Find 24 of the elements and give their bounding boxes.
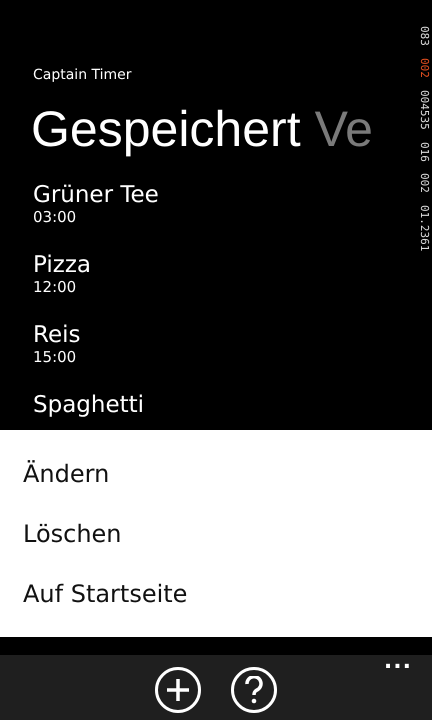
frame-rate-counter: 083 xyxy=(418,26,430,46)
add-button[interactable] xyxy=(155,667,201,713)
pivot-header[interactable]: Gespeichert xyxy=(31,98,301,160)
timer-name[interactable]: Pizza xyxy=(33,250,91,280)
frame-rate-counter: 01.2361 xyxy=(418,205,430,252)
frame-rate-counter: 002 xyxy=(418,173,430,194)
plus-icon xyxy=(166,678,190,702)
timer-duration: 15:00 xyxy=(33,348,76,366)
app-title: Captain Timer xyxy=(33,66,132,84)
timer-name[interactable]: Reis xyxy=(33,320,80,350)
timer-duration: 03:00 xyxy=(33,208,76,226)
more-button[interactable]: ... xyxy=(384,651,412,673)
frame-rate-counter: 016 xyxy=(418,142,430,162)
menu-item[interactable]: Ändern xyxy=(23,454,432,492)
timer-name[interactable]: Spaghetti xyxy=(33,390,144,420)
help-button[interactable] xyxy=(231,667,277,713)
menu-item[interactable]: Auf Startseite xyxy=(23,574,432,612)
timer-name[interactable]: Grüner Tee xyxy=(33,180,159,210)
menu-item[interactable]: Löschen xyxy=(23,514,432,552)
question-mark-icon xyxy=(244,676,264,704)
pivot-header[interactable]: Ve xyxy=(314,98,373,160)
frame-rate-counter: 004535 xyxy=(418,90,430,130)
frame-rate-counter: 002 xyxy=(418,58,430,78)
timer-duration: 12:00 xyxy=(33,278,76,296)
